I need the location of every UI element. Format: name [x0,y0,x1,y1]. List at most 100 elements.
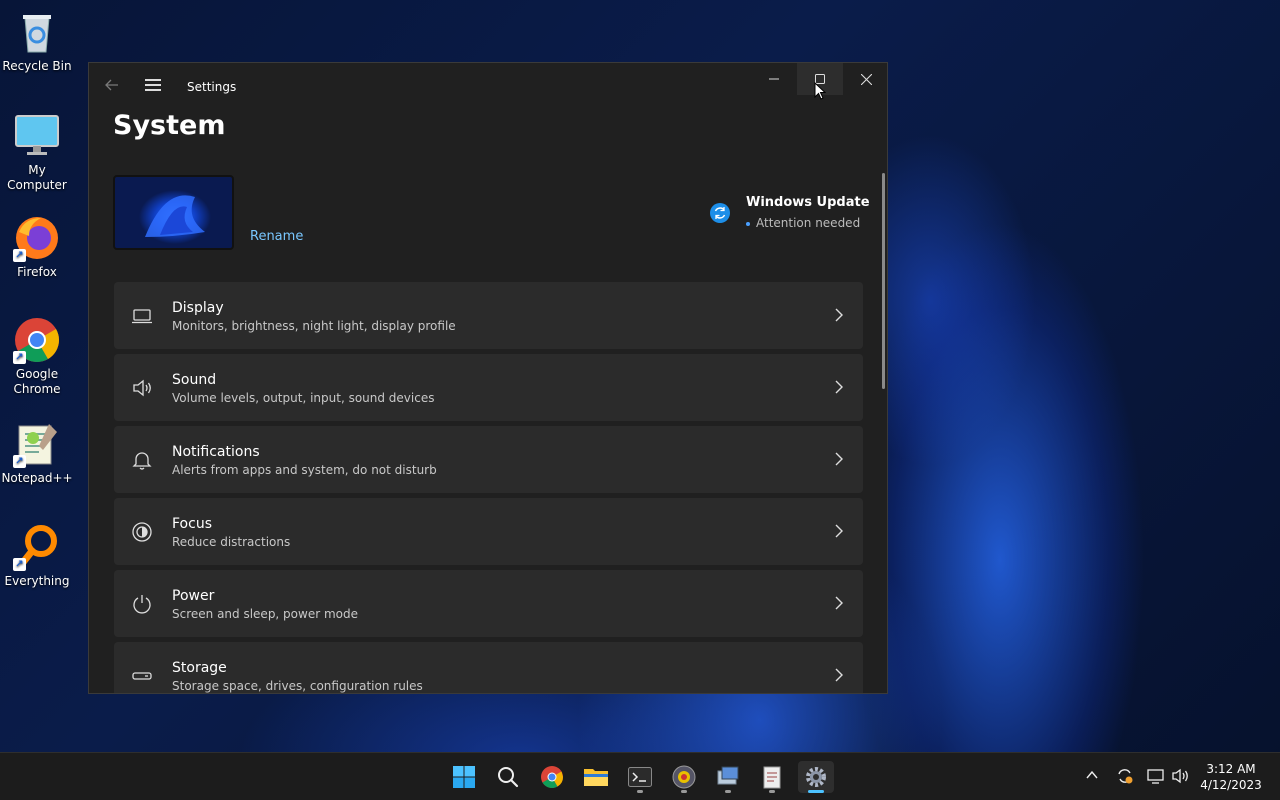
settings-item-subtitle: Storage space, drives, configuration rul… [172,679,423,693]
desktop-icon-firefox[interactable]: ↗ Firefox [2,214,72,280]
running-indicator [769,790,775,793]
taskbar: 3:12 AM 4/12/2023 [0,752,1280,800]
shortcut-arrow-icon: ↗ [13,455,26,468]
vertical-scrollbar[interactable] [882,173,885,389]
settings-item-display[interactable]: Display Monitors, brightness, night ligh… [114,282,863,349]
settings-item-title: Notifications [172,444,260,460]
desktop-icon-label: Google Chrome [13,367,61,396]
page-title: System [113,110,226,141]
back-arrow-icon[interactable] [105,77,119,96]
running-indicator [681,790,687,793]
volume-icon [1172,768,1188,784]
search-icon [498,767,519,788]
chevron-right-icon [835,668,843,682]
taskbar-search-button[interactable] [490,761,526,793]
taskbar-notepad[interactable] [754,761,790,793]
desktop-icon-google-chrome[interactable]: ↗ Google Chrome [2,316,72,397]
rename-link[interactable]: Rename [250,229,303,244]
network-icon [1147,769,1164,784]
desktop-icon-label: Notepad++ [1,471,73,485]
volume-button[interactable] [1172,767,1190,789]
settings-item-subtitle: Monitors, brightness, night light, displ… [172,319,456,333]
power-icon [131,593,153,615]
chevron-right-icon [835,524,843,538]
chevron-right-icon [835,308,843,322]
settings-item-title: Power [172,588,215,604]
chevron-up-icon [1086,770,1098,779]
settings-window: Settings System Rename Windows Update At… [88,62,888,694]
wallpaper-bloom-icon [145,195,205,237]
shortcut-arrow-icon: ↗ [13,351,26,364]
windows-update-status-text: Attention needed [756,216,861,230]
storage-icon [131,665,153,687]
settings-item-title: Focus [172,516,212,532]
taskbar-file-explorer[interactable] [578,761,614,793]
settings-item-subtitle: Volume levels, output, input, sound devi… [172,391,435,405]
desktop-icon-label: Everything [4,574,70,588]
bell-icon [131,449,153,471]
taskbar-app[interactable] [666,761,702,793]
sync-status-button[interactable] [1116,767,1134,789]
desktop-icon-label: My Computer [7,163,67,192]
windows-update-title: Windows Update [746,195,870,210]
start-icon [453,766,475,788]
taskbar-clock[interactable]: 3:12 AM 4/12/2023 [1196,761,1266,793]
everything-icon: ↗ [13,523,61,571]
chrome-icon: ↗ [13,316,61,364]
focus-icon [131,521,153,543]
status-dot-icon [746,221,750,226]
minimize-icon [769,78,779,80]
remote-desktop-icon [717,766,739,785]
mouse-cursor-icon [814,82,826,100]
settings-item-focus[interactable]: Focus Reduce distractions [114,498,863,565]
close-icon [860,73,872,85]
taskbar-remote-desktop[interactable] [710,761,746,793]
network-button[interactable] [1147,767,1165,789]
chevron-right-icon [835,452,843,466]
chevron-right-icon [835,380,843,394]
desktop-icon-label: Firefox [17,265,57,279]
device-thumbnail [113,175,234,250]
taskbar-settings[interactable] [798,761,834,793]
speaker-icon [131,377,153,399]
windows-update-subtitle: Attention needed [746,216,860,230]
settings-item-title: Storage [172,660,227,676]
notepadpp-icon: ↗ [13,420,61,468]
hamburger-menu-icon[interactable] [145,79,161,91]
firefox-icon: ↗ [13,214,61,262]
display-icon [131,305,153,327]
settings-item-title: Display [172,300,224,316]
close-button[interactable] [843,63,887,95]
minimize-button[interactable] [751,63,797,95]
windows-update-icon [710,203,730,223]
taskbar-terminal[interactable] [622,761,658,793]
active-indicator [808,790,824,793]
settings-item-subtitle: Screen and sleep, power mode [172,607,358,621]
settings-item-notifications[interactable]: Notifications Alerts from apps and syste… [114,426,863,493]
settings-item-sound[interactable]: Sound Volume levels, output, input, soun… [114,354,863,421]
desktop-icon-recycle-bin[interactable]: Recycle Bin [2,8,72,74]
settings-item-subtitle: Alerts from apps and system, do not dist… [172,463,437,477]
settings-item-power[interactable]: Power Screen and sleep, power mode [114,570,863,637]
recycle-bin-icon [13,8,61,56]
chevron-right-icon [835,596,843,610]
clock-date: 4/12/2023 [1200,778,1262,792]
window-title: Settings [187,80,237,94]
start-button[interactable] [446,761,482,793]
desktop-icon-notepadpp[interactable]: ↗ Notepad++ [1,420,73,486]
settings-item-storage[interactable]: Storage Storage space, drives, configura… [114,642,863,693]
taskbar-chrome[interactable] [534,761,570,793]
desktop-icon-everything[interactable]: ↗ Everything [2,523,72,589]
settings-list: Display Monitors, brightness, night ligh… [114,282,863,693]
terminal-icon [628,767,652,787]
shortcut-arrow-icon: ↗ [13,249,26,262]
desktop-icon-my-computer[interactable]: My Computer [2,112,72,193]
computer-icon [13,112,61,160]
clock-time: 3:12 AM [1206,762,1256,776]
title-bar[interactable]: Settings [89,63,887,111]
running-indicator [725,790,731,793]
show-hidden-icons-button[interactable] [1086,767,1098,783]
settings-icon [806,767,826,787]
chrome-icon [541,766,563,788]
sync-icon [1118,769,1133,784]
